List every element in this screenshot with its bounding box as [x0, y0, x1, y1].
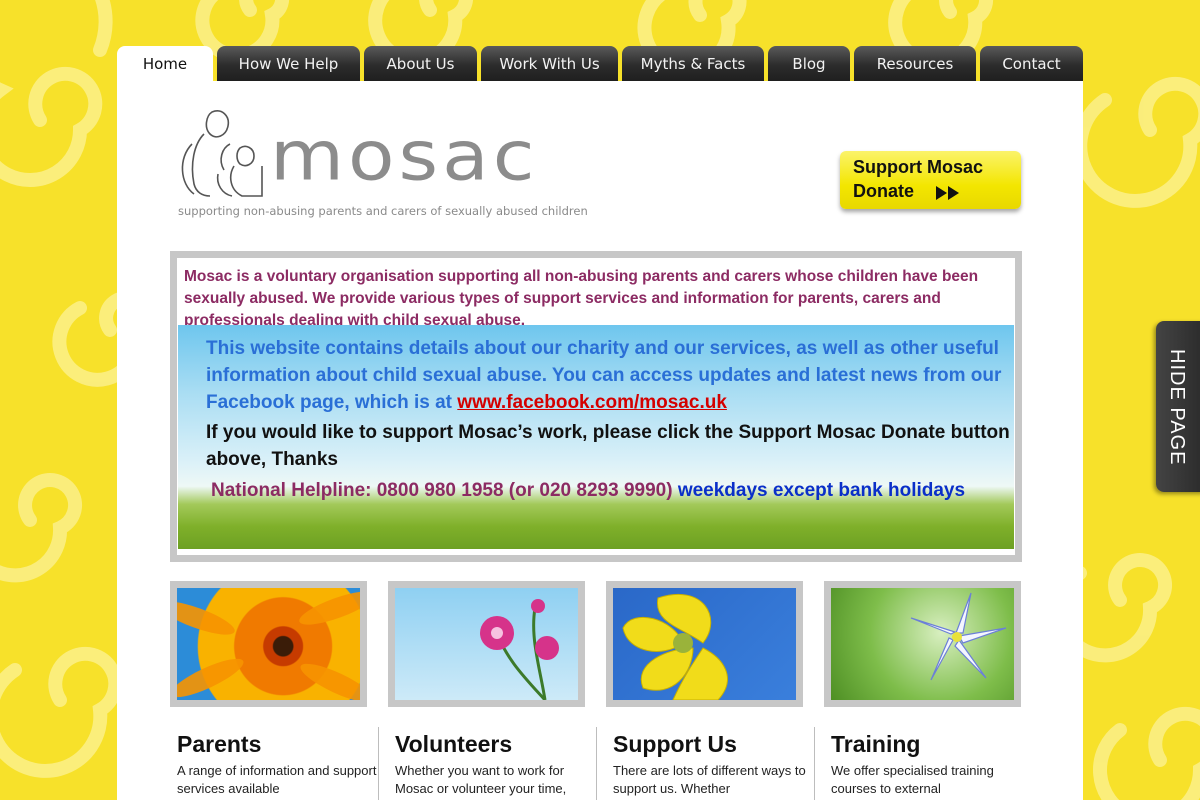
volunteers-image-tile[interactable] — [388, 581, 585, 707]
parents-image-tile[interactable] — [170, 581, 367, 707]
column-divider — [596, 727, 597, 800]
training-heading[interactable]: Training — [831, 731, 1031, 758]
main-nav: Home How We Help About Us Work With Us M… — [117, 46, 1083, 81]
tab-myths-facts[interactable]: Myths & Facts — [622, 46, 764, 81]
support-us-heading[interactable]: Support Us — [613, 731, 813, 758]
sky-banner-content: This website contains details about our … — [206, 335, 1014, 504]
logo-wordmark: mosac — [270, 115, 539, 196]
volunteers-description: Whether you want to work for Mosac or vo… — [395, 763, 567, 796]
logo-tagline: supporting non-abusing parents and carer… — [178, 204, 588, 218]
tab-how-we-help[interactable]: How We Help — [217, 46, 360, 81]
national-helpline: National Helpline: 0800 980 1958 (or 020… — [206, 477, 1014, 504]
pink-flower-image — [395, 588, 578, 700]
mosac-logo[interactable]: mosac supporting non-abusing parents and… — [178, 104, 608, 222]
parents-description: A range of information and support servi… — [177, 763, 377, 796]
column-divider — [814, 727, 815, 800]
training-image-tile[interactable] — [824, 581, 1021, 707]
support-us-column: Support Us There are lots of different w… — [613, 728, 813, 798]
parents-column: Parents A range of information and suppo… — [177, 728, 377, 798]
website-info-text: This website contains details about our … — [206, 335, 1014, 416]
tab-resources[interactable]: Resources — [854, 46, 976, 81]
parent-child-logo-icon — [181, 110, 263, 197]
donate-line-2: Donate — [853, 181, 915, 201]
yellow-poppy-icon — [622, 593, 728, 700]
support-request-text: If you would like to support Mosac’s wor… — [206, 422, 1010, 470]
support-us-image-tile[interactable] — [606, 581, 803, 707]
support-donate-button[interactable]: Support Mosac Donate — [840, 151, 1021, 209]
tab-contact[interactable]: Contact — [980, 46, 1083, 81]
volunteers-heading[interactable]: Volunteers — [395, 731, 595, 758]
hide-page-button[interactable]: HIDE PAGE — [1156, 321, 1200, 492]
fast-forward-icon — [936, 186, 959, 200]
parents-heading[interactable]: Parents — [177, 731, 377, 758]
intro-lead-text: Mosac is a voluntary organisation suppor… — [184, 268, 979, 329]
training-description: We offer specialised training courses to… — [831, 763, 994, 796]
tab-blog[interactable]: Blog — [768, 46, 850, 81]
volunteers-column: Volunteers Whether you want to work for … — [395, 728, 595, 798]
flower-petals-icon — [177, 591, 360, 700]
orange-gerbera-image — [177, 588, 360, 700]
support-us-description: There are lots of different ways to supp… — [613, 763, 806, 796]
hide-page-label: HIDE PAGE — [1166, 349, 1188, 466]
tab-work-with-us[interactable]: Work With Us — [481, 46, 618, 81]
column-divider — [378, 727, 379, 800]
helpline-number: National Helpline: 0800 980 1958 (or 020… — [211, 480, 673, 501]
facebook-link[interactable]: www.facebook.com/mosac.uk — [457, 392, 727, 413]
tab-about-us[interactable]: About Us — [364, 46, 477, 81]
sky-banner: This website contains details about our … — [178, 325, 1014, 549]
yellow-poppy-image — [613, 588, 796, 700]
white-star-flower-icon — [910, 592, 1007, 681]
white-starflower-image — [831, 588, 1014, 700]
helpline-hours: weekdays except bank holidays — [672, 480, 966, 501]
training-column: Training We offer specialised training c… — [831, 728, 1031, 798]
pink-blossom-icon — [480, 599, 559, 700]
tab-home[interactable]: Home — [117, 46, 213, 81]
donate-line-1: Support Mosac — [853, 157, 984, 177]
intro-box: Mosac is a voluntary organisation suppor… — [170, 251, 1022, 562]
